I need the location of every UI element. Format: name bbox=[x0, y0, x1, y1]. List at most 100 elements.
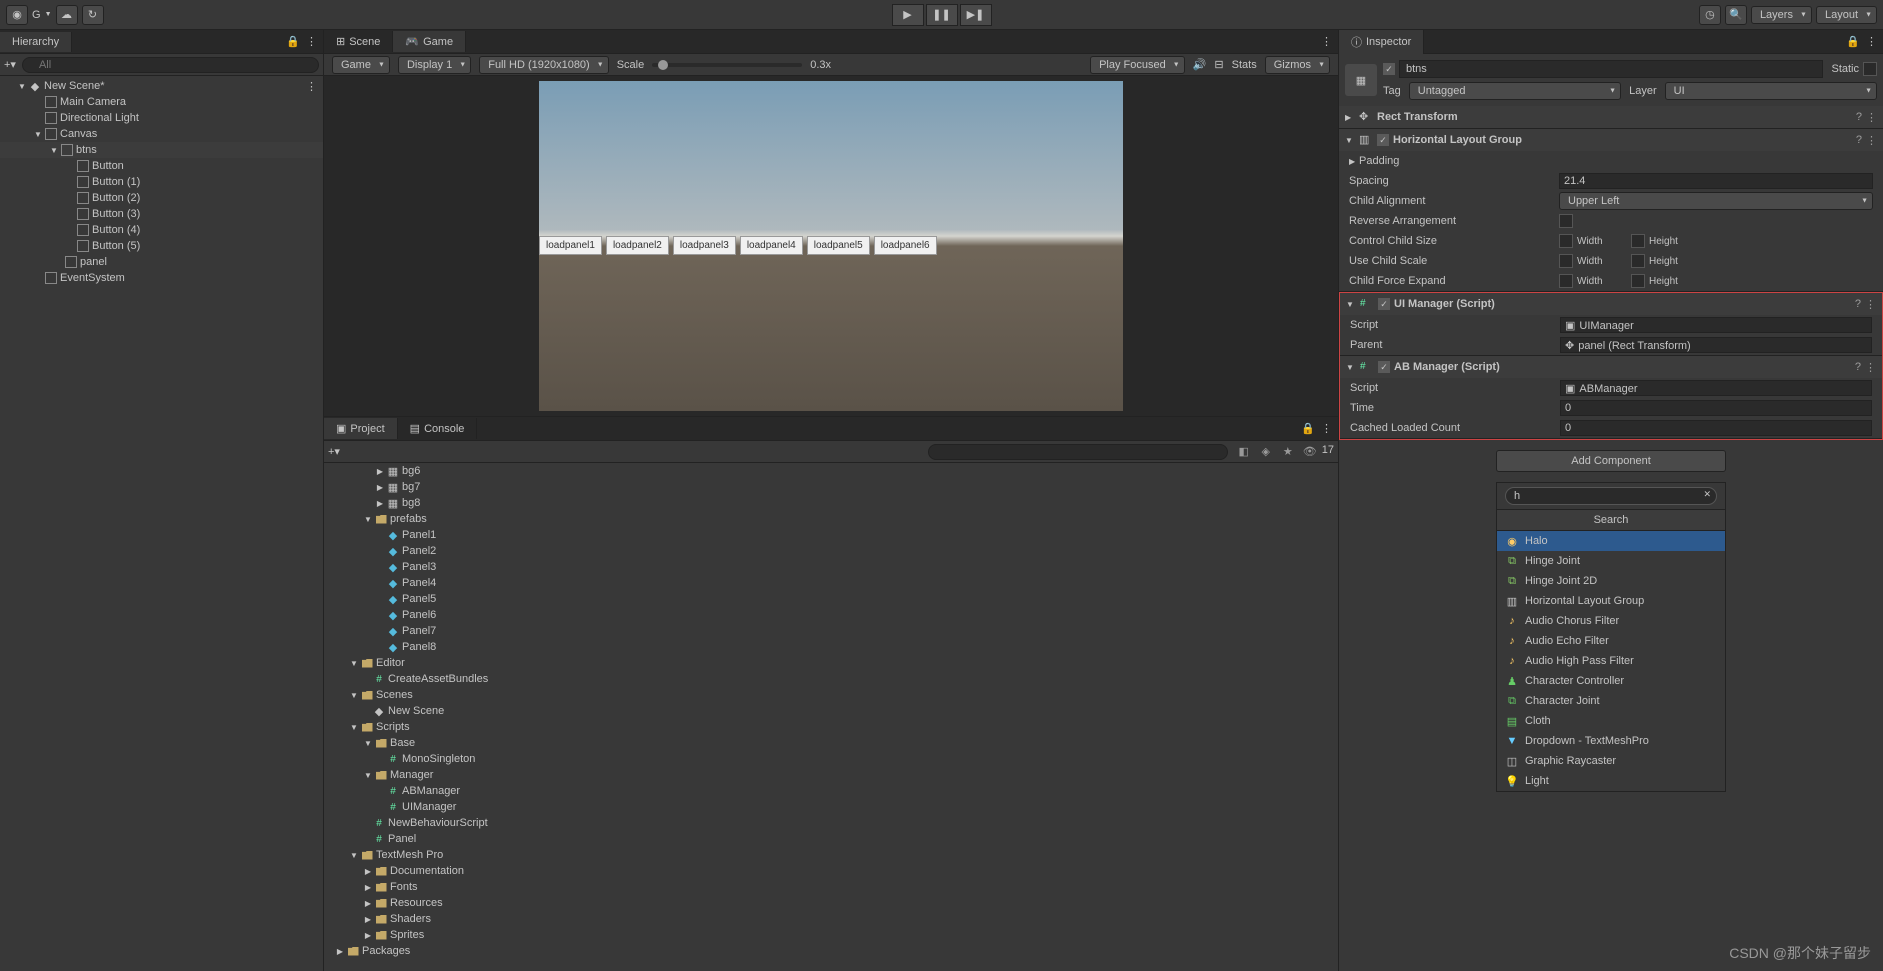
menu-icon[interactable]: ⋮ bbox=[1865, 361, 1876, 374]
foldout-icon[interactable]: ▼ bbox=[1346, 363, 1356, 372]
hierarchy-item[interactable]: ▼Canvas bbox=[0, 126, 323, 142]
project-item[interactable]: ▼Scripts bbox=[324, 719, 1338, 735]
gizmos-dropdown[interactable]: Gizmos bbox=[1265, 56, 1330, 74]
scene-item[interactable]: ▼ ◆ New Scene* ⋮ bbox=[0, 78, 323, 94]
hierarchy-item[interactable]: Button (4) bbox=[0, 222, 323, 238]
search-global-icon[interactable]: 🔍 bbox=[1725, 5, 1747, 25]
search-result-item[interactable]: ⧉Hinge Joint bbox=[1497, 551, 1725, 571]
game-mode-dropdown[interactable]: Game bbox=[332, 56, 390, 74]
project-item[interactable]: ▶Documentation bbox=[324, 863, 1338, 879]
help-icon[interactable]: ? bbox=[1855, 361, 1861, 374]
foldout-icon[interactable]: ▼ bbox=[16, 82, 28, 91]
component-enabled-checkbox[interactable]: ✓ bbox=[1377, 134, 1389, 146]
lock-icon[interactable]: 🔒 bbox=[1846, 35, 1860, 48]
game-button[interactable]: loadpanel5 bbox=[807, 236, 870, 255]
project-item[interactable]: ◆Panel6 bbox=[324, 607, 1338, 623]
help-icon[interactable]: ? bbox=[1856, 111, 1862, 124]
display-dropdown[interactable]: Display 1 bbox=[398, 56, 471, 74]
account-dropdown-icon[interactable]: ▼ bbox=[45, 11, 52, 18]
child-alignment-dropdown[interactable]: Upper Left bbox=[1559, 192, 1873, 210]
component-enabled-checkbox[interactable]: ✓ bbox=[1378, 361, 1390, 373]
project-item[interactable]: ▼Scenes bbox=[324, 687, 1338, 703]
expand-width-checkbox[interactable] bbox=[1559, 274, 1573, 288]
add-icon[interactable]: +▾ bbox=[328, 445, 340, 458]
layers-dropdown[interactable]: Layers bbox=[1751, 6, 1812, 24]
menu-icon[interactable]: ⋮ bbox=[1866, 35, 1877, 48]
hierarchy-tab[interactable]: Hierarchy bbox=[0, 32, 72, 52]
layer-dropdown[interactable]: UI bbox=[1665, 82, 1877, 100]
project-item[interactable]: UIManager bbox=[324, 799, 1338, 815]
search-by-type-icon[interactable]: ◧ bbox=[1234, 444, 1254, 460]
project-item[interactable]: ◆Panel4 bbox=[324, 575, 1338, 591]
search-result-item[interactable]: ♪Audio Chorus Filter bbox=[1497, 611, 1725, 631]
project-item[interactable]: ▶Shaders bbox=[324, 911, 1338, 927]
hierarchy-item[interactable]: Button (3) bbox=[0, 206, 323, 222]
scale-height-checkbox[interactable] bbox=[1631, 254, 1645, 268]
project-tree[interactable]: ▶▦bg6 ▶▦bg7 ▶▦bg8 ▼prefabs ◆Panel1 ◆Pane… bbox=[324, 463, 1338, 971]
menu-icon[interactable]: ⋮ bbox=[306, 35, 317, 48]
component-search-input[interactable] bbox=[1505, 487, 1717, 505]
hierarchy-item[interactable]: EventSystem bbox=[0, 270, 323, 286]
hierarchy-item-btns[interactable]: ▼btns bbox=[0, 142, 323, 158]
menu-icon[interactable]: ⋮ bbox=[1321, 422, 1332, 435]
search-result-item[interactable]: ♪Audio High Pass Filter bbox=[1497, 651, 1725, 671]
project-item[interactable]: ▼prefabs bbox=[324, 511, 1338, 527]
scene-menu-icon[interactable]: ⋮ bbox=[306, 80, 317, 93]
history-icon[interactable]: ↻ bbox=[82, 5, 104, 25]
lock-icon[interactable]: 🔒 bbox=[286, 35, 300, 48]
rect-transform-header[interactable]: ▶ ✥ Rect Transform ?⋮ bbox=[1339, 106, 1883, 128]
inspector-tab[interactable]: ⓘInspector bbox=[1339, 30, 1424, 54]
hlg-header[interactable]: ▼ ▥ ✓ Horizontal Layout Group ?⋮ bbox=[1339, 129, 1883, 151]
search-result-item[interactable]: ▥Horizontal Layout Group bbox=[1497, 591, 1725, 611]
mute-icon[interactable]: 🔊 bbox=[1193, 58, 1207, 71]
resolution-dropdown[interactable]: Full HD (1920x1080) bbox=[479, 56, 609, 74]
tag-dropdown[interactable]: Untagged bbox=[1409, 82, 1621, 100]
expand-height-checkbox[interactable] bbox=[1631, 274, 1645, 288]
static-checkbox[interactable] bbox=[1863, 62, 1877, 76]
scale-width-checkbox[interactable] bbox=[1559, 254, 1573, 268]
game-button[interactable]: loadpanel1 bbox=[539, 236, 602, 255]
project-item[interactable]: ◆Panel3 bbox=[324, 559, 1338, 575]
clear-icon[interactable]: ✕ bbox=[1703, 489, 1711, 500]
stats-button[interactable]: Stats bbox=[1232, 59, 1257, 71]
control-width-checkbox[interactable] bbox=[1559, 234, 1573, 248]
foldout-icon[interactable]: ▼ bbox=[1345, 136, 1355, 145]
project-item[interactable]: CreateAssetBundles bbox=[324, 671, 1338, 687]
ui-manager-header[interactable]: ▼ ✓ UI Manager (Script) ?⋮ bbox=[1340, 293, 1882, 315]
project-item[interactable]: ◆Panel8 bbox=[324, 639, 1338, 655]
help-icon[interactable]: ? bbox=[1856, 134, 1862, 147]
play-focused-dropdown[interactable]: Play Focused bbox=[1090, 56, 1185, 74]
panel-menu-icon[interactable]: ⋮ bbox=[1321, 35, 1332, 48]
project-item[interactable]: MonoSingleton bbox=[324, 751, 1338, 767]
cloud-icon[interactable]: ☁ bbox=[56, 5, 78, 25]
foldout-icon[interactable]: ▼ bbox=[1346, 300, 1356, 309]
scale-slider[interactable] bbox=[652, 63, 802, 67]
control-height-checkbox[interactable] bbox=[1631, 234, 1645, 248]
search-result-item[interactable]: ♪Audio Echo Filter bbox=[1497, 631, 1725, 651]
search-result-item[interactable]: ♟Character Controller bbox=[1497, 671, 1725, 691]
project-item[interactable]: ▶Resources bbox=[324, 895, 1338, 911]
search-result-item[interactable]: ▤Cloth bbox=[1497, 711, 1725, 731]
project-item[interactable]: NewBehaviourScript bbox=[324, 815, 1338, 831]
hierarchy-tree[interactable]: ▼ ◆ New Scene* ⋮ Main Camera Directional… bbox=[0, 76, 323, 971]
hidden-icon[interactable]: 👁 bbox=[1300, 444, 1320, 460]
project-item[interactable]: ▼TextMesh Pro bbox=[324, 847, 1338, 863]
foldout-icon[interactable]: ▼ bbox=[48, 146, 60, 155]
console-tab[interactable]: ▤Console bbox=[398, 418, 478, 439]
search-result-item[interactable]: ◉Halo bbox=[1497, 531, 1725, 551]
project-item[interactable]: ◆Panel5 bbox=[324, 591, 1338, 607]
project-item[interactable]: ▶▦bg7 bbox=[324, 479, 1338, 495]
project-tab[interactable]: ▣Project bbox=[324, 418, 398, 439]
project-item[interactable]: ▶Fonts bbox=[324, 879, 1338, 895]
game-button[interactable]: loadpanel4 bbox=[740, 236, 803, 255]
gameobject-icon[interactable]: ▦ bbox=[1345, 64, 1377, 96]
ab-manager-header[interactable]: ▼ ✓ AB Manager (Script) ?⋮ bbox=[1340, 356, 1882, 378]
parent-field[interactable]: ✥panel (Rect Transform) bbox=[1560, 337, 1872, 353]
scene-tab[interactable]: ⊞Scene bbox=[324, 31, 393, 52]
add-component-button[interactable]: Add Component bbox=[1496, 450, 1726, 472]
add-icon[interactable]: +▾ bbox=[4, 58, 16, 71]
search-result-item[interactable]: ⧉Character Joint bbox=[1497, 691, 1725, 711]
game-button[interactable]: loadpanel2 bbox=[606, 236, 669, 255]
play-button[interactable]: ▶ bbox=[892, 4, 924, 26]
hierarchy-item[interactable]: Button (2) bbox=[0, 190, 323, 206]
